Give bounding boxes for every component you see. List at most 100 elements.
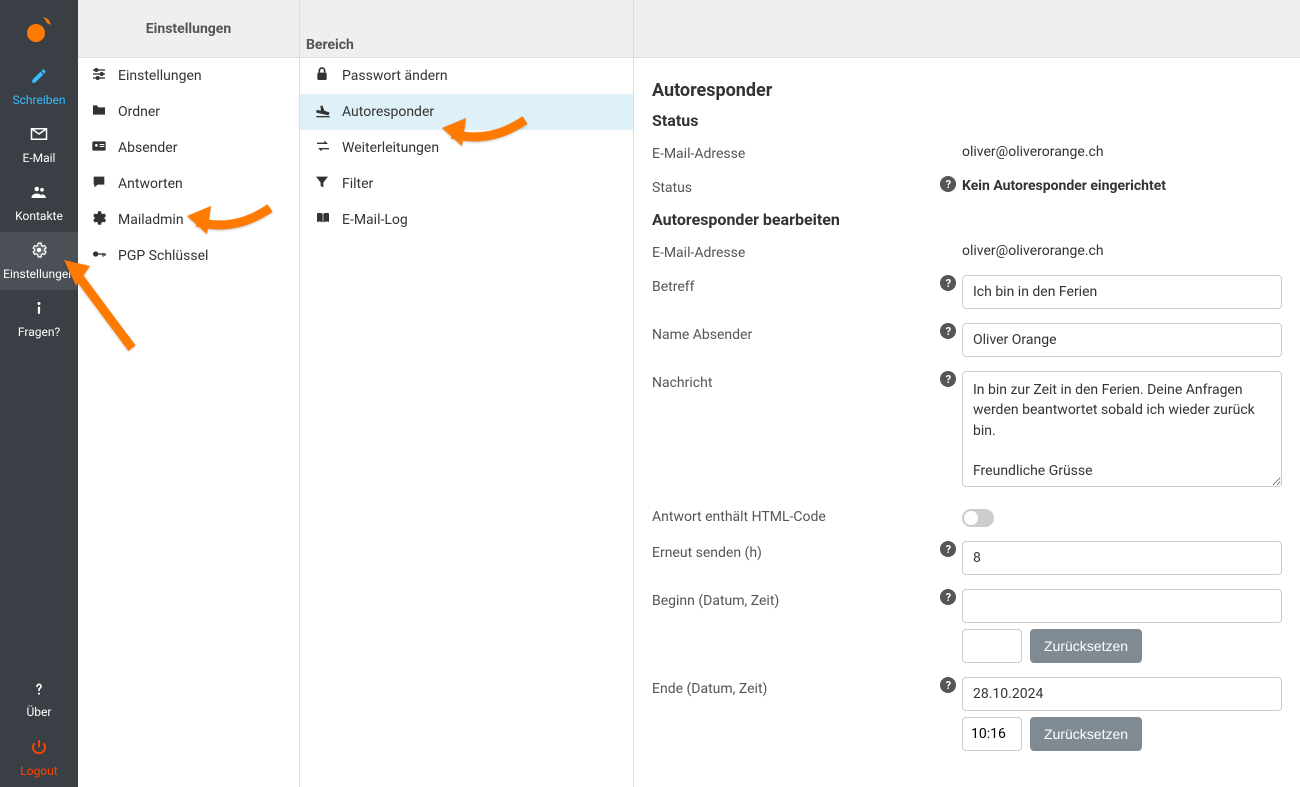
end-date-input[interactable] xyxy=(962,677,1282,711)
envelope-icon xyxy=(30,125,48,148)
subject-input[interactable] xyxy=(962,275,1282,309)
value-email2: oliver@oliverorange.ch xyxy=(962,241,1282,259)
nav-compose-label: Schreiben xyxy=(13,93,66,107)
people-icon xyxy=(29,183,49,206)
main-column: Autoresponder Status E-Mail-Adresse oliv… xyxy=(634,0,1300,787)
label-sender: Name Absender xyxy=(652,323,935,343)
info-icon xyxy=(30,299,48,322)
question-icon: ? xyxy=(940,275,956,291)
label-email: E-Mail-Adresse xyxy=(652,142,935,162)
question-icon: ? xyxy=(940,541,956,557)
settings-header: Einstellungen xyxy=(78,0,299,58)
settings-item-pgp[interactable]: PGP Schlüssel xyxy=(78,238,299,274)
help-sender[interactable]: ? xyxy=(935,323,962,339)
bereich-item-label: Autoresponder xyxy=(342,104,434,120)
bereich-item-forwarding[interactable]: Weiterleitungen xyxy=(300,130,633,166)
label-message: Nachricht xyxy=(652,371,935,391)
nav-email[interactable]: E-Mail xyxy=(0,116,78,174)
bereich-item-filter[interactable]: Filter xyxy=(300,166,633,202)
bereich-item-label: Filter xyxy=(342,176,373,192)
label-status: Status xyxy=(652,176,935,196)
question-icon: ? xyxy=(940,371,956,387)
nav-about[interactable]: Über xyxy=(0,671,78,729)
filter-icon xyxy=(314,174,340,194)
label-subject: Betreff xyxy=(652,275,935,295)
label-end: Ende (Datum, Zeit) xyxy=(652,677,935,697)
heading-edit: Autoresponder bearbeiten xyxy=(652,210,1282,229)
question-icon xyxy=(31,681,47,702)
chat-icon xyxy=(90,174,114,194)
settings-item-preferences[interactable]: Einstellungen xyxy=(78,58,299,94)
settings-item-label: Antworten xyxy=(118,176,183,192)
nav-about-label: Über xyxy=(27,705,52,719)
end-time-input[interactable] xyxy=(962,717,1022,751)
compose-icon xyxy=(30,67,48,90)
settings-item-mailadmin[interactable]: Mailadmin xyxy=(78,202,299,238)
message-textarea[interactable]: In bin zur Zeit in den Ferien. Deine Anf… xyxy=(962,371,1282,487)
begin-time-input[interactable] xyxy=(962,629,1022,663)
left-rail: Schreiben E-Mail Kontakte Einstellungen … xyxy=(0,0,78,787)
question-icon: ? xyxy=(940,323,956,339)
folder-icon xyxy=(90,102,114,122)
end-reset-button[interactable]: Zurücksetzen xyxy=(1030,717,1142,751)
nav-help-label: Fragen? xyxy=(18,325,60,339)
nav-help[interactable]: Fragen? xyxy=(0,290,78,348)
nav-contacts[interactable]: Kontakte xyxy=(0,174,78,232)
nav-email-label: E-Mail xyxy=(23,151,56,165)
settings-item-label: Ordner xyxy=(118,104,160,120)
value-status: Kein Autoresponder eingerichtet xyxy=(962,176,1282,194)
help-resend[interactable]: ? xyxy=(935,541,962,557)
settings-item-label: PGP Schlüssel xyxy=(118,248,208,264)
label-begin: Beginn (Datum, Zeit) xyxy=(652,589,935,609)
lock-icon xyxy=(314,66,340,86)
nav-contacts-label: Kontakte xyxy=(15,209,63,223)
bereich-item-password[interactable]: Passwort ändern xyxy=(300,58,633,94)
bereich-header: Bereich xyxy=(300,0,633,58)
book-icon xyxy=(314,210,340,230)
sliders-icon xyxy=(90,66,114,86)
help-message[interactable]: ? xyxy=(935,371,962,387)
main-header-bar xyxy=(634,0,1300,58)
bereich-item-autoresponder[interactable]: Autoresponder xyxy=(300,94,633,130)
key-icon xyxy=(90,246,114,266)
help-status[interactable]: ? xyxy=(935,176,962,192)
label-resend: Erneut senden (h) xyxy=(652,541,935,561)
begin-date-input[interactable] xyxy=(962,589,1282,623)
settings-column: Einstellungen Einstellungen Ordner Absen… xyxy=(78,0,300,787)
question-icon: ? xyxy=(940,176,956,192)
nav-logout-label: Logout xyxy=(20,764,57,778)
value-email: oliver@oliverorange.ch xyxy=(962,142,1282,160)
plane-landing-icon xyxy=(314,102,340,122)
card-icon xyxy=(90,138,114,158)
nav-settings-label: Einstellungen xyxy=(3,267,75,281)
settings-item-label: Absender xyxy=(118,140,177,156)
settings-item-folders[interactable]: Ordner xyxy=(78,94,299,130)
settings-item-responses[interactable]: Antworten xyxy=(78,166,299,202)
nav-logout[interactable]: Logout xyxy=(0,729,78,787)
heading-status: Status xyxy=(652,111,1282,130)
begin-reset-button[interactable]: Zurücksetzen xyxy=(1030,629,1142,663)
sender-input[interactable] xyxy=(962,323,1282,357)
app-logo xyxy=(0,0,78,58)
html-toggle[interactable] xyxy=(962,509,994,527)
question-icon: ? xyxy=(940,677,956,693)
label-email2: E-Mail-Adresse xyxy=(652,241,935,261)
settings-item-identities[interactable]: Absender xyxy=(78,130,299,166)
nav-settings[interactable]: Einstellungen xyxy=(0,232,78,290)
nav-compose[interactable]: Schreiben xyxy=(0,58,78,116)
label-html: Antwort enthält HTML-Code xyxy=(652,505,935,525)
bereich-item-label: E-Mail-Log xyxy=(342,212,408,228)
gear-icon xyxy=(90,209,114,231)
help-subject[interactable]: ? xyxy=(935,275,962,291)
help-begin[interactable]: ? xyxy=(935,589,962,605)
help-end[interactable]: ? xyxy=(935,677,962,693)
bereich-item-emaillog[interactable]: E-Mail-Log xyxy=(300,202,633,238)
arrows-icon xyxy=(314,138,340,158)
resend-input[interactable] xyxy=(962,541,1282,575)
gear-icon xyxy=(30,241,48,264)
settings-item-label: Einstellungen xyxy=(118,68,202,84)
settings-item-label: Mailadmin xyxy=(118,212,184,228)
question-icon: ? xyxy=(940,589,956,605)
heading-autoresponder: Autoresponder xyxy=(652,80,1282,101)
power-icon xyxy=(30,738,48,761)
